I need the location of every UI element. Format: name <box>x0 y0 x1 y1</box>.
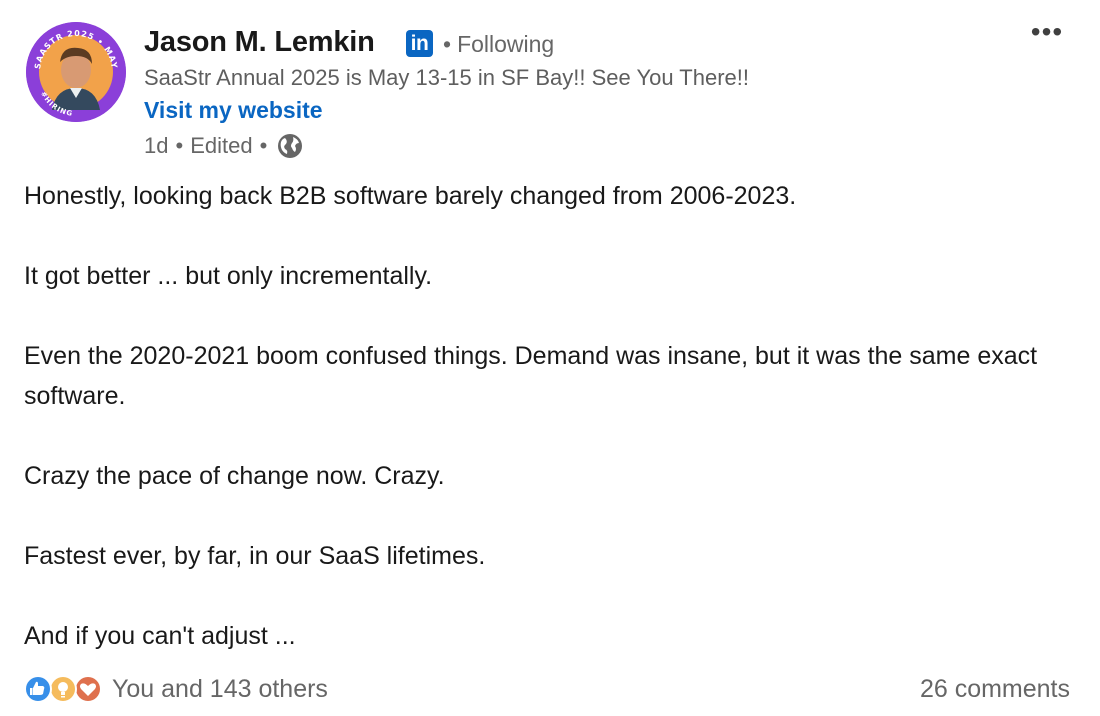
post-paragraph: Honestly, looking back B2B software bare… <box>24 182 797 210</box>
separator-dot: • <box>175 133 184 158</box>
follow-status: • Following <box>443 30 554 58</box>
post-paragraph: And if you can't adjust ... <box>24 622 296 650</box>
author-headline: SaaStr Annual 2025 is May 13-15 in SF Ba… <box>144 65 749 90</box>
separator-dot: • <box>443 31 452 57</box>
love-icon <box>74 675 102 703</box>
reactions-count[interactable]: You and 143 others <box>112 672 328 706</box>
post-paragraph: It got better ... but only incrementally… <box>24 262 433 290</box>
comments-count-link[interactable]: 26 comments <box>920 672 1070 706</box>
ellipsis-icon: ••• <box>1030 16 1064 47</box>
post-body: Honestly, looking back B2B software bare… <box>24 176 1074 656</box>
feed-post: SAASTR 2025 • MAY #HIRING Jason M. Lemki… <box>0 0 1100 716</box>
post-paragraph: Fastest ever, by far, in our SaaS lifeti… <box>24 542 486 570</box>
post-age: 1d <box>144 133 169 158</box>
post-paragraph: Crazy the pace of change now. Crazy. <box>24 462 445 490</box>
insightful-icon <box>49 675 77 703</box>
author-name[interactable]: Jason M. Lemkin <box>144 24 375 60</box>
globe-icon <box>276 132 304 160</box>
edited-label: Edited <box>190 133 253 158</box>
reaction-icons <box>24 674 106 704</box>
more-options-button[interactable]: ••• <box>1025 18 1069 50</box>
like-icon <box>24 675 52 703</box>
post-paragraph: Even the 2020-2021 boom confused things.… <box>24 342 1038 410</box>
reactions-summary[interactable]: You and 143 others <box>24 672 328 706</box>
visit-website-link[interactable]: Visit my website <box>144 96 323 124</box>
separator-dot: • <box>259 133 268 158</box>
follow-status-label: Following <box>457 31 555 57</box>
linkedin-badge-icon: in <box>406 30 433 57</box>
author-avatar[interactable]: SAASTR 2025 • MAY #HIRING <box>26 22 126 122</box>
post-meta: 1d • Edited • <box>144 131 304 161</box>
